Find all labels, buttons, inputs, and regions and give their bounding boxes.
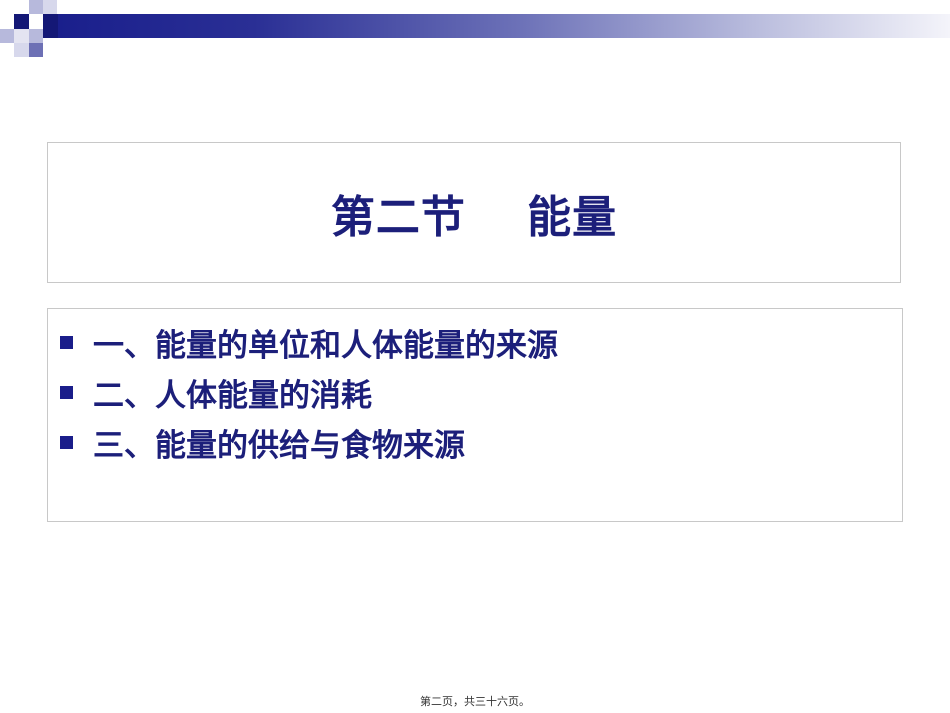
square-bullet-icon: [60, 385, 73, 399]
page-footer: 第二页，共三十六页。: [420, 695, 530, 708]
bullet-item: 一、能量的单位和人体能量的来源: [60, 317, 558, 367]
square-bullet-icon: [60, 435, 73, 449]
square-bullet-icon: [60, 335, 73, 349]
slide: 第二节 能量 一、能量的单位和人体能量的来源 二、人体能量的消耗 三、能量的供给…: [0, 0, 950, 713]
deco-square-mid: [43, 0, 57, 14]
deco-square-dark-top: [14, 14, 29, 29]
header-gradient-bar: [58, 14, 950, 38]
bullet-text: 一、能量的单位和人体能量的来源: [93, 327, 558, 364]
deco-square-light-top: [29, 0, 43, 14]
slide-title: 第二节 能量: [330, 191, 618, 243]
deco-square-dark-mid: [43, 14, 58, 38]
title-box: 第二节 能量: [47, 142, 901, 283]
deco-square-light-center: [29, 29, 43, 43]
content-box: 一、能量的单位和人体能量的来源 二、人体能量的消耗 三、能量的供给与食物来源: [47, 308, 903, 522]
bullet-item: 三、能量的供给与食物来源: [60, 417, 558, 467]
bullet-list: 一、能量的单位和人体能量的来源 二、人体能量的消耗 三、能量的供给与食物来源: [60, 317, 558, 467]
deco-square-mid-lower: [29, 43, 43, 57]
bullet-text: 三、能量的供给与食物来源: [93, 427, 465, 464]
bullet-item: 二、人体能量的消耗: [60, 367, 558, 417]
deco-square-light-lower: [14, 43, 29, 57]
bullet-text: 二、人体能量的消耗: [93, 377, 372, 414]
deco-square-gray: [14, 29, 29, 43]
deco-square-light-left: [0, 29, 14, 43]
